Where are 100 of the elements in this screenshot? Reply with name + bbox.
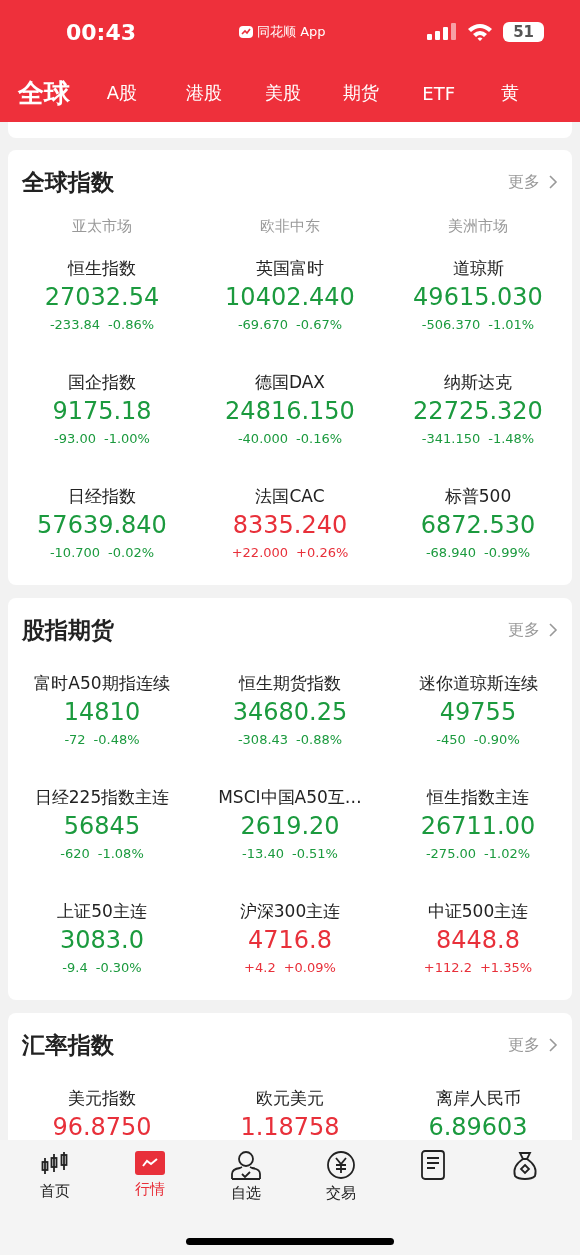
index-name[interactable]: 标普500: [444, 484, 512, 508]
index-name[interactable]: 道琼斯: [452, 256, 504, 280]
trend-chart-icon: [134, 1150, 166, 1176]
index-price: 49615.030: [413, 282, 543, 313]
price-change: +22.000: [231, 544, 289, 562]
index-name[interactable]: 国企指数: [68, 370, 136, 394]
percent-change: -1.08%: [97, 845, 144, 863]
index-price: 4716.8: [248, 925, 332, 956]
price-change: -93.00: [54, 430, 96, 448]
index-price: 27032.54: [44, 282, 160, 313]
index-name[interactable]: 欧元美元: [256, 1086, 324, 1110]
wifi-icon: [467, 22, 494, 42]
chevron-right-icon: [548, 622, 558, 638]
market-tab[interactable]: 全球: [18, 75, 107, 111]
market-tab[interactable]: A股: [106, 81, 186, 105]
percent-change: -0.02%: [108, 544, 155, 562]
money-bag-icon: [510, 1150, 540, 1180]
index-price: 14810: [63, 697, 141, 728]
price-change: -9.4: [62, 959, 88, 977]
chevron-right-icon: [548, 1037, 558, 1053]
percent-change: +1.35%: [479, 959, 533, 977]
market-tab[interactable]: 港股: [185, 81, 265, 105]
column-header: 欧非中东: [259, 216, 321, 236]
percent-change: -0.86%: [108, 316, 155, 334]
nav-tab[interactable]: 首页: [32, 1150, 78, 1212]
percent-change: -0.99%: [484, 544, 531, 562]
index-price: 49755: [439, 697, 517, 728]
app-name: 同花顺 App: [257, 23, 326, 41]
percent-change: -0.16%: [296, 430, 343, 448]
market-tab[interactable]: 期货: [343, 81, 423, 105]
document-icon: [420, 1150, 446, 1180]
index-name[interactable]: 中证500主连: [427, 899, 529, 923]
price-change: +112.2: [423, 959, 472, 977]
index-name[interactable]: 富时A50期指连续: [34, 671, 170, 695]
index-price: 6.89603: [428, 1112, 528, 1140]
signal-icon: [427, 22, 458, 42]
index-name[interactable]: 恒生期货指数: [239, 671, 341, 695]
index-price: 3083.0: [60, 925, 144, 956]
index-price: 9175.18: [52, 396, 152, 427]
index-price: 10402.440: [225, 282, 355, 313]
market-tab[interactable]: 黄: [501, 81, 580, 105]
index-name[interactable]: 恒生指数: [68, 256, 136, 280]
price-change: -10.700: [49, 544, 101, 562]
index-name[interactable]: 日经指数: [68, 484, 136, 508]
section-title: 全球指数: [22, 167, 114, 197]
nav-tab[interactable]: 自选: [222, 1150, 270, 1212]
price-change: -13.40: [242, 845, 284, 863]
price-change: -506.370: [421, 316, 481, 334]
column-header: 美洲市场: [447, 216, 509, 236]
index-name[interactable]: 英国富时: [256, 256, 324, 280]
section-title: 股指期货: [22, 615, 114, 645]
person-check-icon: [230, 1150, 262, 1180]
column-header: 亚太市场: [71, 216, 133, 236]
index-name[interactable]: 纳斯达克: [444, 370, 512, 394]
market-tab[interactable]: 美股: [264, 81, 344, 105]
battery-level: 51: [503, 22, 544, 42]
index-name[interactable]: 美元指数: [68, 1086, 136, 1110]
percent-change: -1.01%: [488, 316, 535, 334]
index-price: 22725.320: [413, 396, 543, 427]
price-change: -69.670: [237, 316, 289, 334]
percent-change: +0.09%: [283, 959, 336, 977]
yen-coin-icon: [326, 1150, 356, 1180]
index-price: 24816.150: [225, 396, 355, 427]
index-price: 26711.00: [420, 811, 536, 842]
percent-change: -0.30%: [95, 959, 142, 977]
index-name[interactable]: 德国DAX: [254, 370, 326, 394]
percent-change: -1.48%: [488, 430, 535, 448]
index-name[interactable]: 日经225指数主连: [34, 785, 170, 809]
price-change: -620: [60, 845, 90, 863]
index-name[interactable]: 沪深300主连: [239, 899, 341, 923]
index-price: 34680.25: [232, 697, 348, 728]
section-title: 汇率指数: [22, 1030, 114, 1060]
index-price: 8448.8: [436, 925, 520, 956]
percent-change: -0.51%: [291, 845, 338, 863]
index-price: 1.18758: [240, 1112, 340, 1140]
market-tab[interactable]: ETF: [422, 82, 502, 104]
price-change: -308.43: [237, 731, 289, 749]
index-name[interactable]: 恒生指数主连: [427, 785, 529, 809]
index-name[interactable]: MSCI中国A50互…: [218, 785, 362, 809]
price-change: -275.00: [425, 845, 477, 863]
index-price: 8335.240: [232, 510, 348, 541]
index-price: 2619.20: [240, 811, 340, 842]
index-price: 6872.530: [420, 510, 536, 541]
price-change: +4.2: [244, 959, 276, 977]
nav-tab[interactable]: 行情: [126, 1150, 174, 1212]
price-change: -72: [64, 731, 86, 749]
index-name[interactable]: 离岸人民币: [435, 1086, 521, 1110]
price-change: -233.84: [49, 316, 101, 334]
index-name[interactable]: 上证50主连: [57, 899, 147, 923]
percent-change: +0.26%: [296, 544, 349, 562]
app-logo-icon: [238, 24, 254, 40]
price-change: -68.940: [425, 544, 477, 562]
percent-change: -1.00%: [103, 430, 150, 448]
index-price: 57639.840: [37, 510, 167, 541]
nav-tab[interactable]: 交易: [318, 1150, 364, 1212]
index-name[interactable]: 迷你道琼斯连续: [418, 671, 538, 695]
clock-time: 00:43: [66, 19, 138, 45]
percent-change: -0.48%: [93, 731, 140, 749]
index-price: 56845: [63, 811, 141, 842]
index-name[interactable]: 法国CAC: [255, 484, 325, 508]
